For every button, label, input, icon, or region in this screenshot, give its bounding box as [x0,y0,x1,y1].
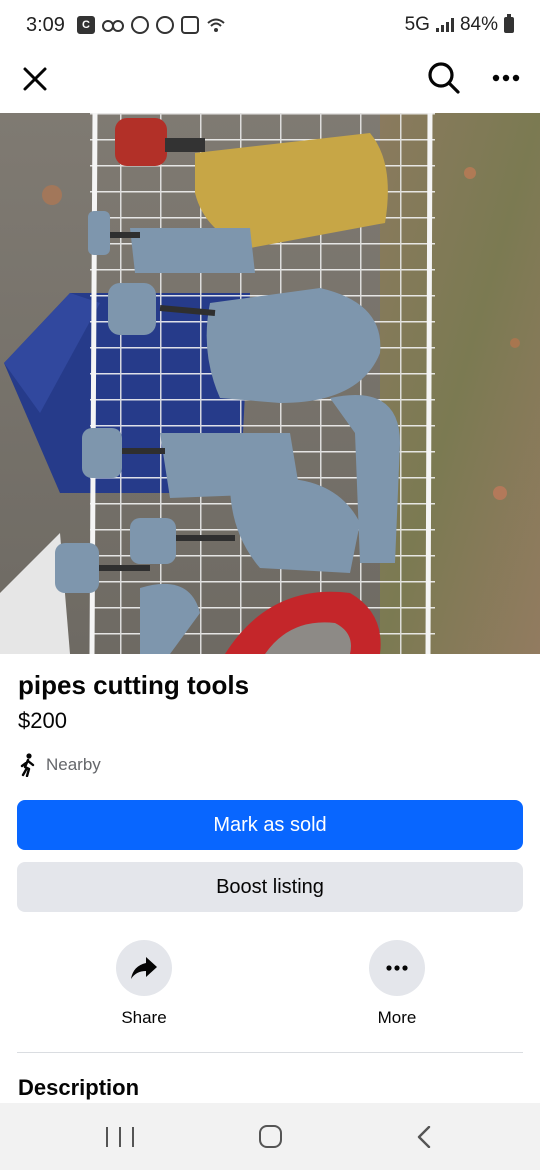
system-nav-bar [0,1103,540,1170]
share-action[interactable]: Share [89,940,199,1028]
mark-as-sold-button[interactable]: Mark as sold [17,800,523,850]
listing-location: Nearby [18,752,101,778]
more-options-button[interactable] [484,56,528,100]
game-controller-icon [155,16,174,34]
share-arrow-icon [131,957,157,979]
share-button[interactable] [116,940,172,996]
walking-person-icon [20,753,35,777]
back-button[interactable] [412,1125,436,1149]
listing-photo-image [0,113,540,654]
more-label: More [377,1008,417,1027]
listing-price: $200 [18,708,67,733]
share-label: Share [121,1008,167,1027]
signal-icon [435,18,454,32]
battery-icon [504,14,514,33]
top-nav [0,50,540,112]
listing-photo[interactable] [0,113,540,654]
location-label: Nearby [46,755,101,774]
sync-icon [130,16,149,34]
status-right: 5G 84% [405,14,514,36]
status-time: 3:09 [26,13,65,36]
battery-percent: 84% [459,14,498,35]
more-action[interactable]: More [342,940,452,1028]
more-horizontal-icon [492,74,520,82]
search-icon [428,62,460,94]
back-chevron-icon [417,1126,431,1148]
boost-listing-button[interactable]: Boost listing [17,862,523,912]
recents-button[interactable] [106,1127,134,1147]
gallery-icon [180,16,199,34]
home-button[interactable] [259,1125,282,1148]
close-button[interactable] [14,58,56,100]
more-button[interactable] [369,940,425,996]
wifi-icon [207,18,225,32]
voicemail-icon [101,16,124,34]
description-heading: Description [18,1075,140,1100]
app-notification-icon: C [76,16,95,34]
status-bar: 3:09 C 5G 84% [0,0,540,50]
notification-icons: C [76,16,226,34]
close-icon [23,67,47,91]
search-button[interactable] [422,56,466,100]
divider [17,1052,523,1053]
network-type: 5G [404,14,430,35]
more-dots-icon [386,965,408,971]
recents-icon [106,1127,108,1147]
listing-title: pipes cutting tools [18,670,250,700]
